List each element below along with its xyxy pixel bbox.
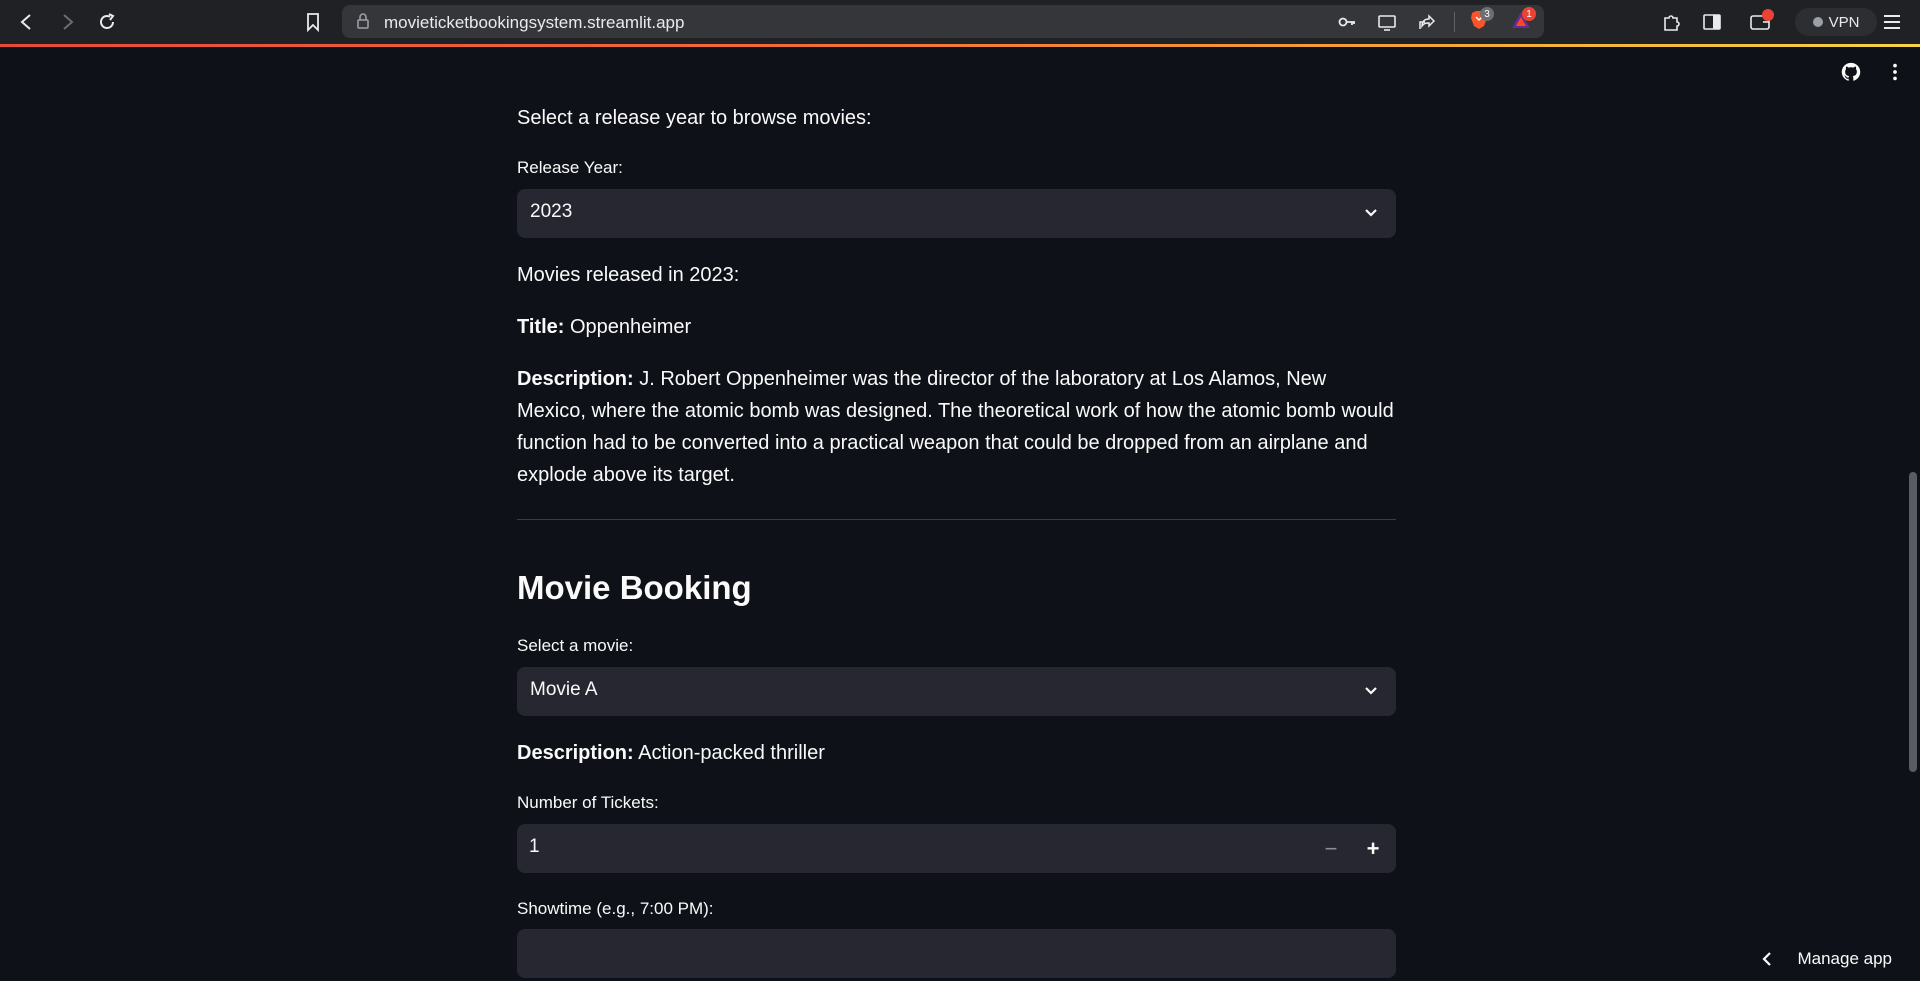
- increment-button[interactable]: +: [1356, 832, 1390, 865]
- select-movie-label: Select a movie:: [517, 636, 634, 655]
- key-icon[interactable]: [1337, 12, 1357, 32]
- brave-shields-button[interactable]: 3: [1468, 7, 1494, 33]
- forward-button[interactable]: [53, 8, 81, 36]
- booking-description-label: Description:: [517, 742, 634, 764]
- cast-icon[interactable]: [1377, 12, 1397, 32]
- reload-icon: [100, 13, 115, 29]
- booking-description-line: Description: Action-packed thriller: [517, 737, 825, 769]
- extensions-puzzle-icon[interactable]: [1660, 10, 1684, 34]
- booking-description-value: Action-packed thriller: [638, 742, 825, 764]
- release-year-select[interactable]: 2023: [517, 189, 1396, 238]
- chevron-down-icon: [1365, 209, 1377, 217]
- chevron-down-icon: [1365, 687, 1377, 695]
- movie-title-line: Title: Oppenheimer: [517, 311, 1396, 343]
- tickets-label: Number of Tickets:: [517, 793, 659, 812]
- movie-description-paragraph: Description: J. Robert Oppenheimer was t…: [517, 363, 1396, 491]
- brave-badge: 3: [1480, 7, 1494, 21]
- brave-rewards-button[interactable]: 1: [1510, 7, 1536, 33]
- title-value: Oppenheimer: [569, 316, 692, 338]
- address-bar[interactable]: movieticketbookingsystem.streamlit.app 3…: [342, 5, 1544, 38]
- wallet-notification-dot: [1762, 9, 1774, 21]
- forward-arrow-icon: [63, 14, 74, 30]
- movie-select[interactable]: Movie A: [517, 667, 1396, 716]
- decrement-button[interactable]: −: [1314, 832, 1348, 865]
- title-label: Title:: [517, 316, 565, 338]
- tickets-value: 1: [529, 836, 540, 857]
- github-icon[interactable]: [1840, 61, 1862, 83]
- lock-icon: [357, 13, 369, 29]
- streamlit-app: Select a release year to browse movies: …: [0, 47, 1920, 981]
- section-divider: [517, 519, 1396, 520]
- scrollbar-thumb[interactable]: [1909, 472, 1917, 772]
- bookmark-button[interactable]: [299, 8, 327, 36]
- booking-heading: Movie Booking: [517, 569, 752, 606]
- movies-released-heading: Movies released in 2023:: [517, 264, 740, 286]
- url-text: movieticketbookingsystem.streamlit.app: [384, 13, 685, 32]
- showtime-input[interactable]: [517, 929, 1396, 978]
- vpn-label: VPN: [1828, 13, 1860, 31]
- browse-intro: Select a release year to browse movies:: [517, 107, 872, 129]
- showtime-label: Showtime (e.g., 7:00 PM):: [517, 899, 714, 918]
- tickets-number-input[interactable]: 1 − +: [517, 824, 1396, 873]
- manage-app-button[interactable]: Manage app: [1759, 949, 1892, 969]
- movie-select-value: Movie A: [530, 679, 598, 700]
- menu-hamburger-icon[interactable]: [1880, 10, 1904, 34]
- app-header-actions: [1840, 61, 1906, 83]
- more-options-icon[interactable]: [1884, 61, 1906, 83]
- back-arrow-icon: [20, 14, 31, 30]
- chevron-left-icon: [1762, 952, 1772, 966]
- vpn-button[interactable]: VPN: [1795, 8, 1877, 36]
- release-year-label: Release Year:: [517, 158, 623, 177]
- back-button[interactable]: [13, 8, 41, 36]
- manage-app-label: Manage app: [1797, 949, 1892, 968]
- sidebar-toggle-icon[interactable]: [1700, 10, 1724, 34]
- bookmark-icon: [307, 13, 319, 32]
- wallet-button[interactable]: [1748, 9, 1774, 34]
- share-icon[interactable]: [1417, 12, 1437, 32]
- description-label: Description:: [517, 368, 634, 390]
- reload-button[interactable]: [93, 8, 121, 36]
- vpn-status-icon: [1812, 17, 1823, 27]
- toolbar-separator: [1454, 12, 1455, 32]
- rewards-badge: 1: [1522, 7, 1536, 21]
- release-year-value: 2023: [530, 201, 573, 222]
- browser-toolbar: movieticketbookingsystem.streamlit.app 3…: [0, 0, 1920, 44]
- description-value: J. Robert Oppenheimer was the director o…: [517, 368, 1394, 486]
